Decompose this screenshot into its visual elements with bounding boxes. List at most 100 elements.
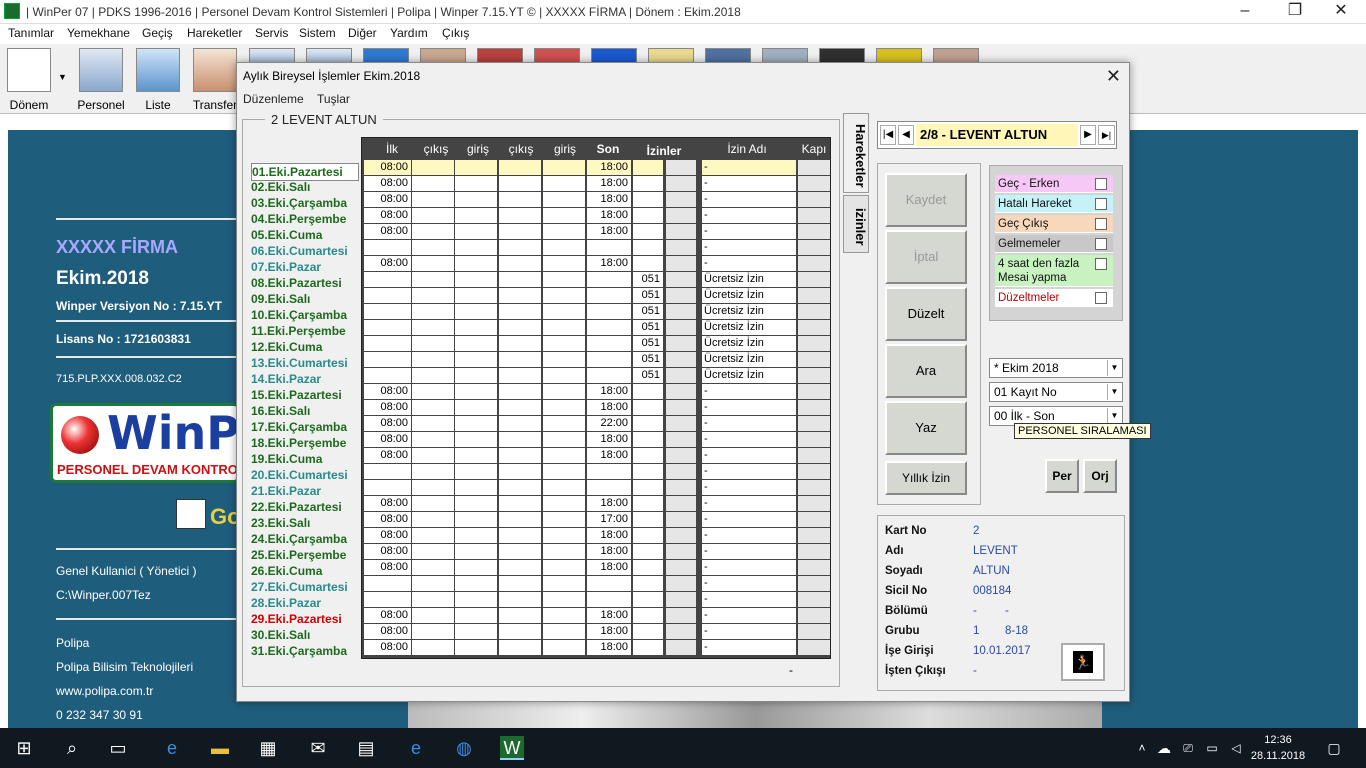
grid-cell[interactable] [499, 592, 541, 607]
filter-row[interactable]: Geç - Erken [995, 175, 1113, 193]
grid-cell[interactable] [364, 336, 411, 351]
grid-cell[interactable] [412, 304, 454, 319]
grid-cell[interactable] [455, 256, 497, 271]
grid-cell[interactable] [543, 304, 585, 319]
grid-cell[interactable] [666, 384, 696, 399]
grid-cell[interactable] [412, 240, 454, 255]
grid-cell[interactable] [455, 560, 497, 575]
grid-cell[interactable] [543, 224, 585, 239]
grid-cell[interactable] [666, 400, 696, 415]
grid-cell[interactable] [798, 304, 830, 319]
grid-cell[interactable] [798, 416, 830, 431]
grid-cell[interactable] [633, 208, 663, 223]
grid-cell[interactable] [412, 224, 454, 239]
filter-checkbox[interactable] [1095, 178, 1107, 190]
grid-cell[interactable] [412, 448, 454, 463]
dialog-menu-tuslar[interactable]: Tuşlar [317, 92, 350, 106]
grid-cell[interactable] [666, 272, 696, 287]
toolbar-transfer-button[interactable]: Transfer [190, 46, 240, 112]
grid-cell[interactable] [798, 400, 830, 415]
day-label[interactable]: 29.Eki.Pazartesi [251, 611, 342, 627]
filter-row[interactable]: Düzeltmeler [995, 289, 1113, 307]
grid-cell[interactable] [412, 432, 454, 447]
grid-cell[interactable]: Ücretsiz İzin [702, 304, 796, 319]
day-label[interactable]: 23.Eki.Salı [251, 515, 310, 531]
grid-cell[interactable] [543, 256, 585, 271]
grid-cell[interactable] [798, 496, 830, 511]
day-label[interactable]: 11.Eki.Perşembe [251, 323, 346, 339]
grid-cell[interactable]: 08:00 [364, 512, 411, 527]
grid-cell[interactable] [587, 304, 631, 319]
grid-cell[interactable] [499, 320, 541, 335]
grid-cell[interactable] [499, 272, 541, 287]
grid-cell[interactable] [412, 640, 454, 655]
grid-cell[interactable]: - [702, 384, 796, 399]
grid-cell[interactable] [455, 208, 497, 223]
grid-cell[interactable] [798, 448, 830, 463]
tab-hareketler[interactable]: Hareketler [843, 113, 869, 193]
grid-cell[interactable] [633, 400, 663, 415]
grid-cell[interactable] [455, 400, 497, 415]
grid-cell[interactable] [412, 496, 454, 511]
grid-cell[interactable] [455, 288, 497, 303]
grid-cell[interactable] [633, 512, 663, 527]
grid-cell[interactable] [455, 224, 497, 239]
sort-key-select[interactable]: 01 Kayıt No ▼ [989, 382, 1123, 402]
grid-cell[interactable] [543, 608, 585, 623]
grid-cell[interactable] [499, 432, 541, 447]
grid-cell[interactable] [543, 240, 585, 255]
grid-cell[interactable] [666, 288, 696, 303]
grid-cell[interactable]: - [702, 400, 796, 415]
winper-taskbar-icon[interactable]: W [500, 736, 524, 760]
grid-cell[interactable] [798, 336, 830, 351]
windows-start-icon[interactable]: ⊞ [12, 736, 36, 760]
grid-cell[interactable] [364, 304, 411, 319]
grid-cell[interactable] [587, 368, 631, 383]
grid-cell[interactable]: Ücretsiz İzin [702, 288, 796, 303]
grid-cell[interactable] [666, 416, 696, 431]
grid-cell[interactable]: - [702, 176, 796, 191]
grid-cell[interactable]: Ücretsiz İzin [702, 272, 796, 287]
grid-cell[interactable] [798, 592, 830, 607]
grid-cell[interactable] [543, 416, 585, 431]
grid-cell[interactable] [412, 576, 454, 591]
grid-cell[interactable] [543, 208, 585, 223]
grid-cell[interactable]: Ücretsiz İzin [702, 336, 796, 351]
grid-cell[interactable] [543, 432, 585, 447]
grid-cell[interactable]: - [702, 608, 796, 623]
menu-hareketler[interactable]: Hareketler [187, 26, 242, 40]
search-icon[interactable]: ⌕ [60, 736, 84, 760]
grid-cell[interactable]: 18:00 [587, 608, 631, 623]
day-label[interactable]: 27.Eki.Cumartesi [251, 579, 348, 595]
grid-cell[interactable] [455, 176, 497, 191]
grid-cell[interactable]: 18:00 [587, 192, 631, 207]
grid-cell[interactable] [412, 416, 454, 431]
grid-cell[interactable] [455, 528, 497, 543]
grid-cell[interactable]: 08:00 [364, 496, 411, 511]
grid-cell[interactable]: - [702, 448, 796, 463]
grid-cell[interactable]: - [702, 576, 796, 591]
sort-key-chevron-down-icon[interactable]: ▼ [1107, 384, 1121, 400]
grid-cell[interactable] [666, 576, 696, 591]
grid-cell[interactable] [499, 352, 541, 367]
grid-cell[interactable] [499, 224, 541, 239]
grid-cell[interactable] [499, 480, 541, 495]
grid-cell[interactable] [455, 352, 497, 367]
dialog-close-icon[interactable]: ✕ [1106, 66, 1121, 87]
grid-cell[interactable]: 18:00 [587, 640, 631, 655]
grid-cell[interactable]: - [702, 528, 796, 543]
grid-cell[interactable] [499, 512, 541, 527]
attendance-grid[interactable]: İlk çıkış giriş çıkış giriş Son İzinler … [361, 137, 831, 659]
grid-cell[interactable]: - [702, 416, 796, 431]
grid-cell[interactable] [798, 560, 830, 575]
grid-cell[interactable] [633, 480, 663, 495]
day-label[interactable]: 18.Eki.Perşembe [251, 435, 346, 451]
grid-cell[interactable] [543, 176, 585, 191]
grid-cell[interactable] [798, 288, 830, 303]
grid-cell[interactable] [499, 640, 541, 655]
battery-icon[interactable]: ▭ [1200, 736, 1224, 760]
grid-cell[interactable]: 08:00 [364, 640, 411, 655]
grid-cell[interactable] [499, 448, 541, 463]
grid-cell[interactable] [455, 336, 497, 351]
network-icon[interactable]: ⎚ [1176, 736, 1200, 760]
